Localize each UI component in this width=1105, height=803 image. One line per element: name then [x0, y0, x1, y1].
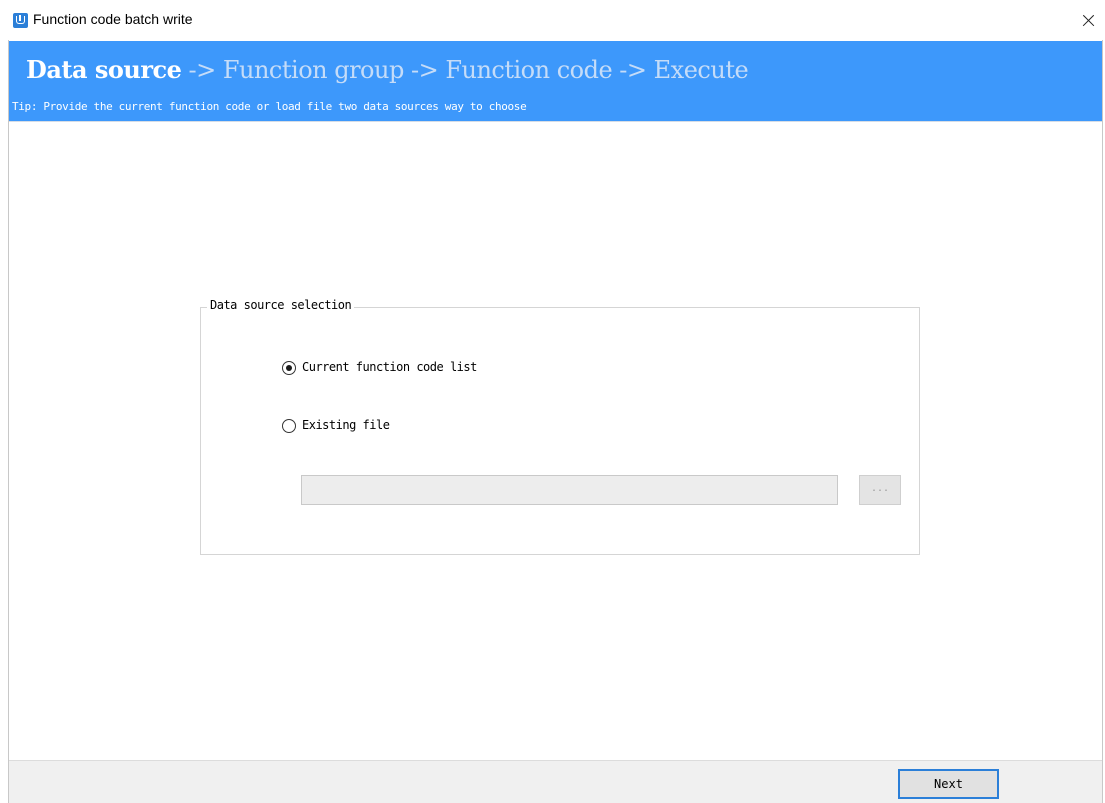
step-arrow: -> — [410, 56, 439, 84]
radio-existing-file[interactable]: Existing file — [282, 418, 442, 436]
step-function-group: Function group — [222, 56, 404, 84]
radio-label-existing-file[interactable]: Existing file — [302, 418, 390, 432]
radio-current-function-code-list[interactable]: Current function code list — [282, 360, 542, 378]
wizard-banner: Data source -> Function group -> Functio… — [9, 41, 1102, 121]
wizard-tip: Tip: Provide the current function code o… — [12, 100, 527, 113]
step-arrow: -> — [188, 56, 217, 84]
browse-button[interactable]: ... — [859, 475, 901, 505]
window-title: Function code batch write — [33, 11, 193, 27]
data-source-groupbox: Data source selection Current function c… — [200, 298, 920, 555]
banner-divider — [9, 121, 1102, 122]
step-arrow: -> — [619, 56, 647, 84]
wizard-steps: Data source -> Function group -> Functio… — [26, 55, 749, 84]
step-data-source: Data source — [26, 55, 182, 84]
radio-dot — [286, 365, 292, 371]
radio-unchecked-icon[interactable] — [282, 419, 296, 433]
radio-checked-icon[interactable] — [282, 361, 296, 375]
file-path-input[interactable] — [301, 475, 838, 505]
footer-bar: Next — [9, 760, 1102, 803]
title-bar: Function code batch write — [0, 0, 1105, 40]
app-icon — [13, 13, 28, 28]
close-icon[interactable] — [1077, 9, 1101, 33]
step-function-code: Function code — [445, 56, 613, 84]
step-execute: Execute — [653, 56, 749, 84]
next-button[interactable]: Next — [898, 769, 999, 799]
groupbox-legend: Data source selection — [207, 298, 355, 312]
radio-label-current-list[interactable]: Current function code list — [302, 360, 477, 374]
